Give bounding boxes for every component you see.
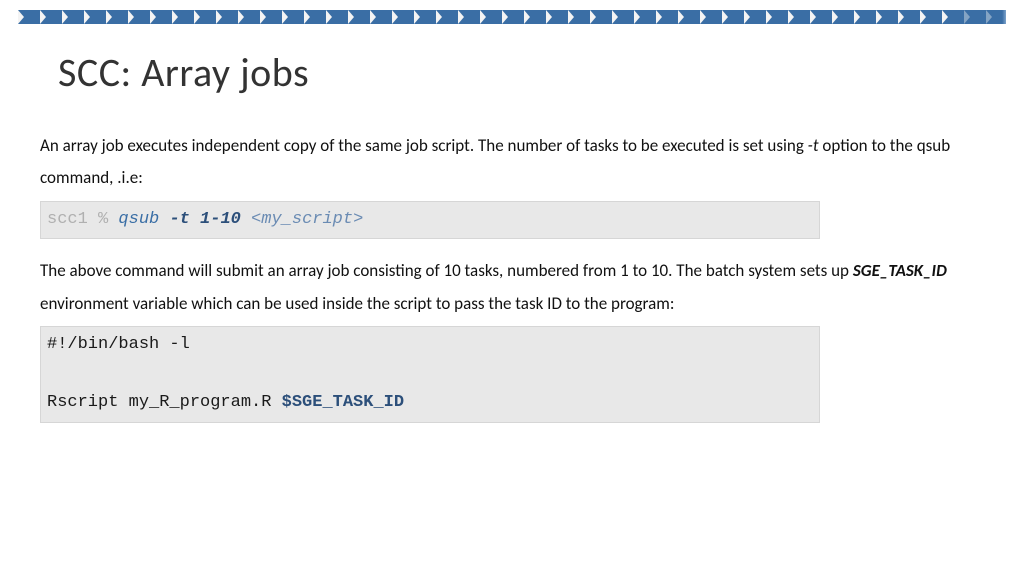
slide-title: SCC: Array jobs: [58, 48, 309, 97]
paragraph-intro: An array job executes independent copy o…: [40, 130, 984, 195]
decorative-ribbon: [18, 10, 1006, 24]
slide: SCC: Array jobs An array job executes in…: [0, 0, 1024, 576]
paragraph-explain: The above command will submit an array j…: [40, 255, 984, 320]
code-block-qsub: scc1 % qsub -t 1-10 <my_script>: [40, 201, 820, 240]
ribbon-icon: [18, 10, 1006, 24]
code-block-script: #!/bin/bash -l Rscript my_R_program.R $S…: [40, 326, 820, 423]
slide-content: An array job executes independent copy o…: [40, 130, 984, 439]
